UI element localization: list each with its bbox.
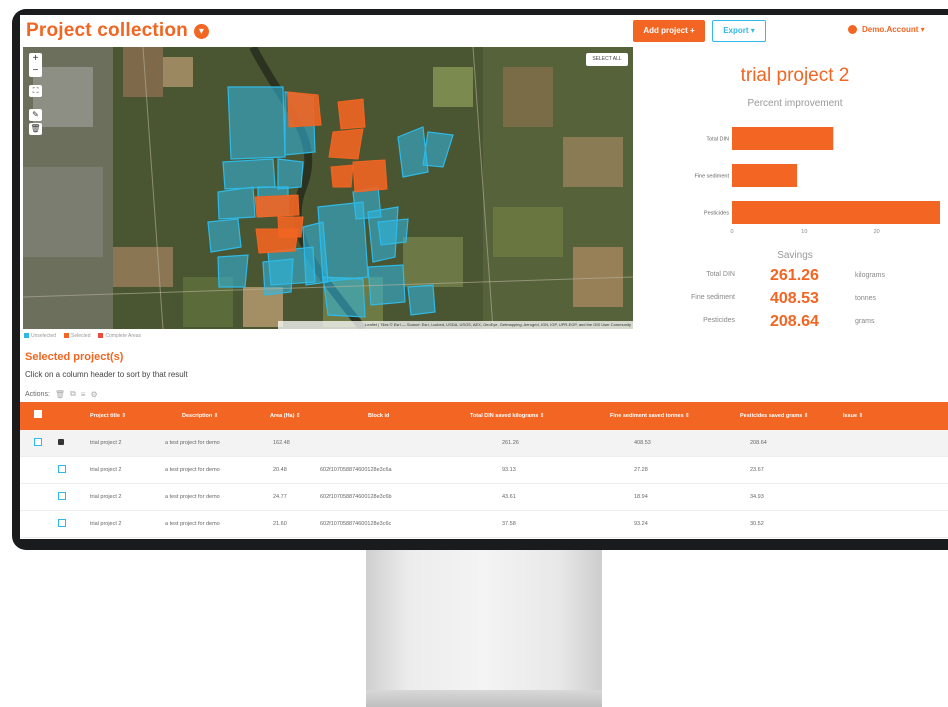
legend-item-selected: Selected [64,333,90,339]
savings-title: Savings [777,250,813,261]
settings-icon[interactable]: ⚙ [90,390,97,399]
trash-icon[interactable]: 🗑 [29,123,42,135]
chart-category-label: Pesticides [704,211,729,217]
zoom-control: + − [29,53,42,77]
select-all-checkbox[interactable] [34,410,42,418]
collapse-icon[interactable] [58,439,64,445]
chart-tick-label: 10 [801,229,807,235]
table-header: Project title ⇕ Description ⇕ Area (Ha) … [20,402,948,430]
chart-tick-label: 20 [874,229,880,235]
account-menu[interactable]: Demo.Account ▾ [848,25,925,34]
list-icon[interactable]: ≡ [81,390,86,399]
select-all-button[interactable]: SELECT ALL [586,53,628,66]
user-icon [848,25,857,34]
row-checkbox[interactable] [34,438,42,446]
monitor-stand-base [366,690,602,707]
column-total-din[interactable]: Total DIN saved kilograms ⇕ [470,402,545,430]
table-row[interactable]: trial project 2 a test project for demo … [20,430,948,457]
column-area[interactable]: Area (Ha) ⇕ [270,402,301,430]
add-project-button[interactable]: Add project + [633,20,705,42]
column-description[interactable]: Description ⇕ [182,402,218,430]
row-checkbox[interactable] [58,492,66,500]
table-row[interactable]: trial project 2 a test project for demo … [20,511,948,538]
column-pesticides[interactable]: Pesticides saved grams ⇕ [740,402,809,430]
table-row[interactable]: trial project 2 a test project for demo … [20,484,948,511]
satellite-map [23,47,633,329]
draw-icon[interactable]: ✎ [29,109,42,121]
fullscreen-icon[interactable]: ⛶ [29,85,42,97]
savings-row-din: Total DIN 261.26 kilograms [706,267,885,284]
chart-bar [732,164,798,187]
chart-bar [732,201,940,224]
chart-title: Percent improvement [747,98,843,109]
savings-row-sediment: Fine sediment 408.53 tonnes [691,290,877,307]
map-attribution[interactable]: Leaflet | Tiles © Esri — Source: Esri, i… [278,321,633,329]
column-issue[interactable]: Issue ⇕ [843,402,863,430]
savings-row-pesticides: Pesticides 208.64 grams [703,313,875,330]
column-project-title[interactable]: Project title ⇕ [90,402,126,430]
row-checkbox[interactable] [58,465,66,473]
selected-projects-title: Selected project(s) [25,351,124,363]
zoom-in-button[interactable]: + [29,53,42,65]
projects-table: Project title ⇕ Description ⇕ Area (Ha) … [20,402,948,538]
column-block-id[interactable]: Block id [368,402,389,430]
legend-item-complete: Complete Areas [98,333,141,339]
zoom-out-button[interactable]: − [29,65,42,77]
sort-hint: Click on a column header to sort by that… [25,370,188,379]
legend-item-unselected: Unselected [24,333,56,339]
export-button[interactable]: Export ▾ [712,20,766,42]
project-name: trial project 2 [740,65,850,86]
actions-bar: Actions: 🗑 ⧉ ≡ ⚙ [25,389,98,399]
delete-icon[interactable]: 🗑 [55,390,65,399]
percent-improvement-chart: Total DINFine sedimentPesticides 0102030 [694,127,940,235]
chart-category-label: Fine sediment [694,174,729,180]
chart-bar [732,127,834,150]
map-view[interactable]: + − ⛶ ✎ 🗑 SELECT ALL Leaflet | Tiles © E… [23,47,633,329]
chart-tick-label: 0 [730,229,733,235]
table-row[interactable]: trial project 2 a test project for demo … [20,457,948,484]
chevron-down-icon[interactable]: ▾ [193,23,209,39]
app-screen: Project collection ▾ Add project + Expor… [20,15,948,539]
monitor-stand [366,550,602,690]
app-header: Project collection ▾ Add project + Expor… [20,15,948,47]
row-checkbox[interactable] [58,519,66,527]
chart-category-label: Total DIN [706,137,729,143]
page-title: Project collection ▾ [26,20,209,42]
copy-icon[interactable]: ⧉ [70,389,76,399]
column-fine-sediment[interactable]: Fine sediment saved tonnes ⇕ [610,402,690,430]
map-legend: Unselected Selected Complete Areas [24,333,141,339]
